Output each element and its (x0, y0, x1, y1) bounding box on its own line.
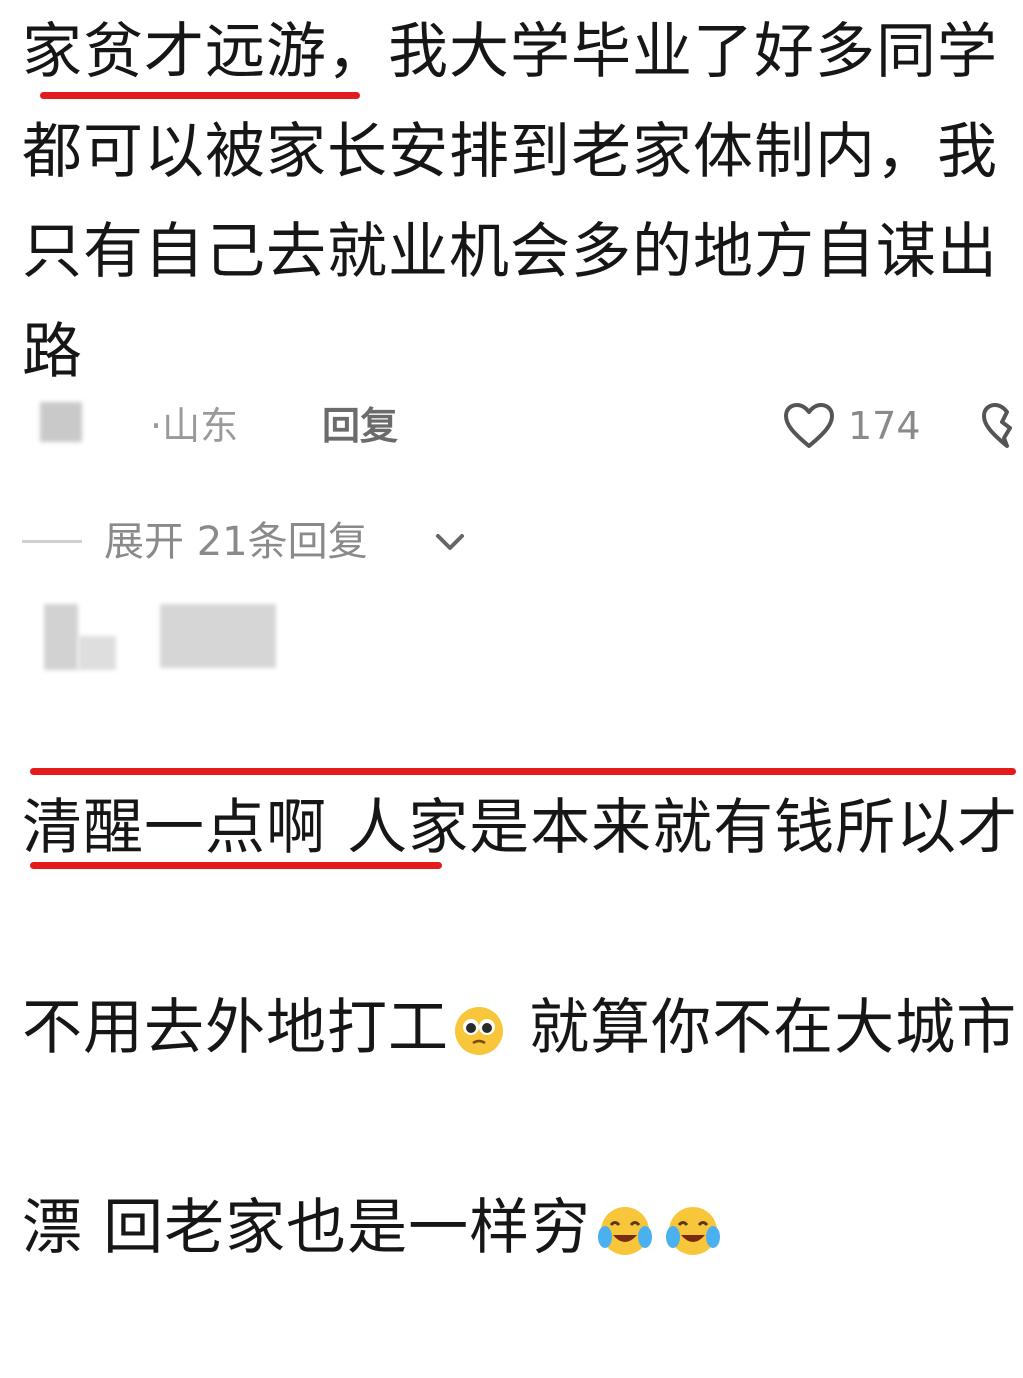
like-count: 174 (848, 404, 921, 448)
reply-text: 清醒一点啊 人家是本来就有钱所以才 不用去外地打工 就算你不在大城市 漂 回老家… (22, 678, 1022, 1378)
comment-text: 家贫才远游，我大学毕业了好多同学 都可以被家长安排到老家体制内，我 只有自己去就… (22, 17, 998, 387)
location-label: ·山东 (150, 404, 239, 448)
tears-of-joy-emoji (598, 1207, 653, 1256)
divider-line (22, 540, 82, 543)
underline-highlight (30, 862, 442, 869)
expand-replies-label: 展开 21条回复 (104, 519, 368, 565)
reply-line: 不用去外地打工 就算你不在大城市 (22, 978, 1022, 1078)
expand-replies[interactable]: 展开 21条回复 (0, 512, 1023, 572)
pleading-face-emoji (455, 1007, 503, 1056)
comment-meta-row: ·山东 回复 174 (0, 396, 1023, 456)
reply-line-rest: 就算你不在大城市 (509, 993, 1018, 1063)
chevron-down-icon (436, 534, 464, 550)
reply-button[interactable]: 回复 (322, 396, 398, 456)
broken-heart-icon[interactable] (980, 402, 1023, 450)
reply-line-highlighted: 不用去外地打工 (22, 993, 449, 1063)
underline-highlight (40, 92, 360, 99)
tears-of-joy-emoji (666, 1207, 721, 1256)
underline-highlight (30, 768, 1016, 775)
blurred-avatar (44, 604, 78, 670)
reply-line-text: 漂 回老家也是一样穷 (22, 1193, 592, 1263)
blurred-username (40, 402, 82, 442)
blurred-username (160, 604, 276, 668)
reply-line: 漂 回老家也是一样穷 (22, 1178, 1022, 1278)
blurred-avatar (78, 636, 116, 670)
heart-outline-icon[interactable] (782, 402, 836, 450)
